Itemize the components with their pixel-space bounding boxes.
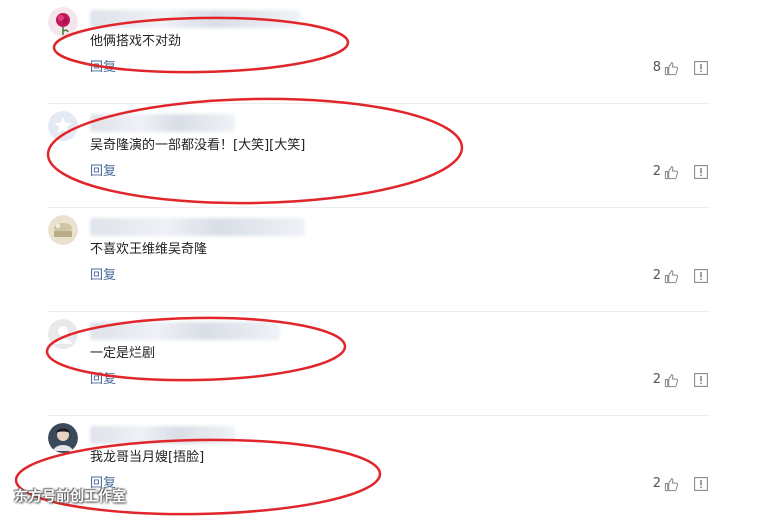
- avatar[interactable]: [48, 423, 78, 453]
- comment-text: 吴奇隆演的一部都没看！[大笑][大笑]: [90, 138, 306, 153]
- avatar[interactable]: [48, 319, 78, 349]
- like-count: 2: [652, 372, 661, 387]
- report-icon[interactable]: [694, 61, 708, 75]
- report-icon[interactable]: [694, 269, 708, 283]
- watermark: 东方号前创工作室: [14, 489, 126, 505]
- comment-item: 我龙哥当月嫂[捂脸] 回复 2: [48, 416, 710, 520]
- username-blurred: [90, 426, 235, 444]
- default-avatar-icon: [48, 319, 78, 349]
- comment-text: 他俩搭戏不对劲: [90, 34, 182, 49]
- report-icon[interactable]: [694, 373, 708, 387]
- username-blurred: [90, 218, 305, 236]
- like-count: 2: [652, 476, 661, 491]
- reply-button[interactable]: 回复: [90, 267, 116, 285]
- thumbs-up-icon[interactable]: [664, 477, 679, 492]
- comment-actions: 2: [653, 371, 708, 389]
- comment-actions: 2: [653, 163, 708, 181]
- comment-item: 吴奇隆演的一部都没看！[大笑][大笑] 回复 2: [48, 104, 710, 208]
- comment-text: 一定是烂剧: [90, 346, 156, 361]
- rose-avatar-icon: [48, 7, 78, 37]
- comment-text: 我龙哥当月嫂[捂脸]: [90, 450, 205, 465]
- comment-actions: 8: [653, 59, 708, 77]
- comment-item: 他俩搭戏不对劲 回复 8: [48, 0, 710, 104]
- avatar[interactable]: [48, 215, 78, 245]
- comment-item: 不喜欢王维维吴奇隆 回复 2: [48, 208, 710, 312]
- report-icon[interactable]: [694, 477, 708, 491]
- like-count: 2: [652, 268, 661, 283]
- thumbs-up-icon[interactable]: [664, 373, 679, 388]
- comment-actions: 2: [653, 475, 708, 493]
- username-blurred: [90, 10, 300, 28]
- username-blurred: [90, 322, 280, 340]
- avatar[interactable]: [48, 111, 78, 141]
- comment-item: 一定是烂剧 回复 2: [48, 312, 710, 416]
- like-count: 2: [652, 164, 661, 179]
- person-photo-avatar-icon: [48, 423, 78, 453]
- default-avatar-icon: [48, 111, 78, 141]
- comment-actions: 2: [653, 267, 708, 285]
- reply-button[interactable]: 回复: [90, 371, 116, 389]
- report-icon[interactable]: [694, 165, 708, 179]
- like-count: 8: [652, 60, 661, 75]
- reply-button[interactable]: 回复: [90, 59, 116, 77]
- thumbs-up-icon[interactable]: [664, 269, 679, 284]
- reply-button[interactable]: 回复: [90, 163, 116, 181]
- thumbs-up-icon[interactable]: [664, 165, 679, 180]
- username-blurred: [90, 114, 235, 132]
- avatar[interactable]: [48, 7, 78, 37]
- landscape-avatar-icon: [48, 215, 78, 245]
- comment-text: 不喜欢王维维吴奇隆: [90, 242, 208, 257]
- thumbs-up-icon[interactable]: [664, 61, 679, 76]
